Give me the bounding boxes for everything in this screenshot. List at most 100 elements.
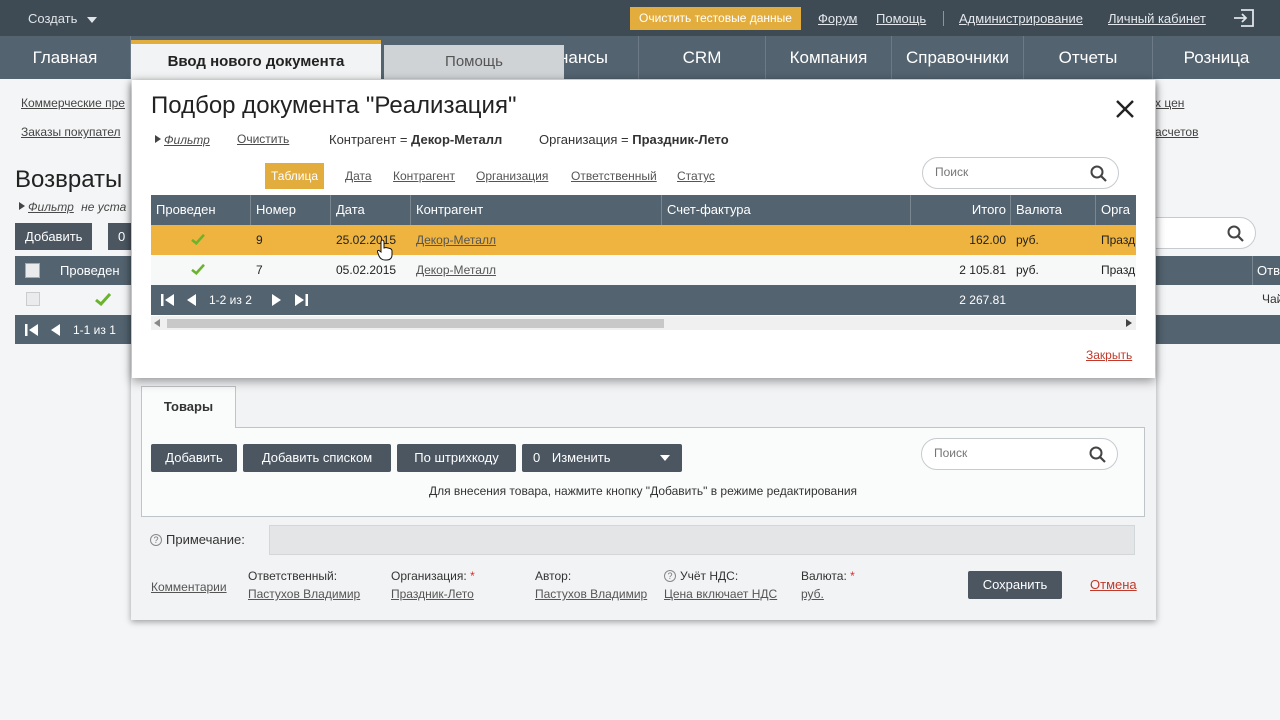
close-link[interactable]: Закрыть xyxy=(1086,348,1132,362)
tab-table[interactable]: Таблица xyxy=(265,163,325,189)
change-dropdown[interactable]: 0 Изменить xyxy=(522,444,682,472)
cell-currency: руб. xyxy=(1016,263,1039,277)
close-icon[interactable] xyxy=(1114,98,1136,120)
nav-item-reports[interactable]: Отчеты xyxy=(1024,36,1153,79)
nav-item-company[interactable]: Компания xyxy=(766,36,892,79)
table-row[interactable]: 9 25.02.2015 Декор-Металл 162.00 руб. Пр… xyxy=(151,225,1136,255)
tab-help[interactable]: Помощь xyxy=(384,45,564,79)
col-posted[interactable]: Проведен xyxy=(151,195,251,225)
cell-counterparty-link[interactable]: Декор-Металл xyxy=(416,255,496,285)
scroll-right-icon[interactable] xyxy=(1126,319,1132,327)
clear-filter-link[interactable]: Очистить xyxy=(237,132,289,146)
cancel-link[interactable]: Отмена xyxy=(1090,577,1137,592)
customer-orders-link[interactable]: Заказы покупател xyxy=(21,125,121,139)
prev-page-icon[interactable] xyxy=(186,294,196,306)
settlements-link[interactable]: асчетов xyxy=(1155,125,1198,139)
organization-label-text: Организация: xyxy=(391,569,467,583)
first-page-icon[interactable] xyxy=(25,324,39,336)
last-page-icon[interactable] xyxy=(294,294,308,306)
note-label: ? Примечание: xyxy=(150,532,245,547)
tab-responsible[interactable]: Ответственный xyxy=(571,163,657,189)
col-organization[interactable]: Орга xyxy=(1096,195,1136,225)
horizontal-scrollbar[interactable] xyxy=(151,316,1136,330)
nav-item-crm[interactable]: CRM xyxy=(639,36,766,79)
vat-link[interactable]: Цена включает НДС xyxy=(664,587,777,601)
col-counterparty[interactable]: Контрагент xyxy=(411,195,662,225)
vat-label-text: Учёт НДС: xyxy=(680,569,739,583)
bg-filter-link[interactable]: Фильтр xyxy=(28,200,74,214)
tab-date[interactable]: Дата xyxy=(345,163,372,189)
scroll-left-icon[interactable] xyxy=(154,319,160,327)
add-goods-button[interactable]: Добавить xyxy=(151,444,237,472)
add-list-button[interactable]: Добавить списком xyxy=(243,444,391,472)
personal-account-link[interactable]: Личный кабинет xyxy=(1108,11,1206,26)
help-icon[interactable]: ? xyxy=(664,570,676,582)
goods-search[interactable] xyxy=(921,438,1118,470)
tab-goods[interactable]: Товары xyxy=(141,386,236,428)
modal-search-input[interactable] xyxy=(935,165,1085,179)
bg-counter[interactable]: 0 xyxy=(108,223,131,250)
select-all-checkbox[interactable] xyxy=(25,263,40,278)
currency-link[interactable]: руб. xyxy=(801,587,824,601)
barcode-button[interactable]: По штрихкоду xyxy=(397,444,516,472)
bg-col-posted: Проведен xyxy=(60,263,120,278)
comments-link[interactable]: Комментарии xyxy=(151,580,227,594)
tab-organization[interactable]: Организация xyxy=(476,163,548,189)
cell-organization: Празд xyxy=(1101,263,1136,277)
prices-link[interactable]: х цен xyxy=(1155,96,1184,110)
tab-counterparty[interactable]: Контрагент xyxy=(393,163,455,189)
table-row[interactable]: 7 05.02.2015 Декор-Металл 2 105.81 руб. … xyxy=(151,255,1136,285)
logout-icon[interactable] xyxy=(1232,8,1256,28)
forum-link[interactable]: Форум xyxy=(818,11,858,26)
administration-link[interactable]: Администрирование xyxy=(959,11,1083,26)
filter-link[interactable]: Фильтр xyxy=(164,133,210,147)
nav-item-retail[interactable]: Розница xyxy=(1153,36,1280,79)
bg-add-button[interactable]: Добавить xyxy=(15,223,93,250)
col-total[interactable]: Итого xyxy=(911,195,1011,225)
author-link[interactable]: Пастухов Владимир xyxy=(535,587,647,601)
currency-label-text: Валюта: xyxy=(801,569,847,583)
row-checkbox[interactable] xyxy=(26,292,40,306)
col-number[interactable]: Номер xyxy=(251,195,331,225)
author-label: Автор: xyxy=(535,569,572,583)
create-menu[interactable]: Создать xyxy=(28,11,98,26)
filter-org-value: Праздник-Лето xyxy=(632,132,729,147)
filter-organization: Организация = Праздник-Лето xyxy=(539,132,729,147)
main-nav: Главная Финансы CRM Компания Справочники… xyxy=(0,36,1280,79)
scrollbar-thumb[interactable] xyxy=(167,319,664,328)
hand-cursor-icon xyxy=(377,239,393,261)
tab-status[interactable]: Статус xyxy=(677,163,715,189)
clear-test-data-button[interactable]: Очистить тестовые данные xyxy=(630,7,801,30)
document-picker-modal: Подбор документа "Реализация" Фильтр Очи… xyxy=(132,80,1155,378)
chevron-down-icon xyxy=(660,455,670,461)
note-field[interactable] xyxy=(269,525,1135,555)
page-title: Возвраты xyxy=(15,166,123,193)
pager-total: 2 267.81 xyxy=(959,293,1006,307)
tab-new-document[interactable]: Ввод нового документа xyxy=(131,40,381,79)
save-button[interactable]: Сохранить xyxy=(968,571,1062,599)
search-icon[interactable] xyxy=(1090,165,1108,183)
goods-search-input[interactable] xyxy=(934,446,1084,460)
note-label-text: Примечание: xyxy=(166,532,245,547)
col-date[interactable]: Дата xyxy=(331,195,411,225)
first-page-icon[interactable] xyxy=(161,294,175,306)
nav-item-home[interactable]: Главная xyxy=(0,36,131,79)
next-page-icon[interactable] xyxy=(272,294,282,306)
modal-search[interactable] xyxy=(922,157,1119,189)
bg-filter-status: не уста xyxy=(81,200,127,214)
organization-link[interactable]: Праздник-Лето xyxy=(391,587,474,601)
help-icon[interactable]: ? xyxy=(150,534,162,546)
filter-toggle[interactable]: Фильтр xyxy=(155,132,210,147)
col-invoice[interactable]: Счет-фактура xyxy=(662,195,911,225)
responsible-link[interactable]: Пастухов Владимир xyxy=(248,587,360,601)
search-icon[interactable] xyxy=(1227,225,1245,243)
col-currency[interactable]: Валюта xyxy=(1011,195,1096,225)
commercial-offers-link[interactable]: Коммерческие пре xyxy=(21,96,125,110)
grid-pager: 1-2 из 2 2 267.81 xyxy=(151,285,1136,315)
chevron-down-icon xyxy=(87,16,98,23)
cell-counterparty-link[interactable]: Декор-Металл xyxy=(416,225,496,255)
search-icon[interactable] xyxy=(1089,446,1107,464)
help-link[interactable]: Помощь xyxy=(876,11,926,26)
nav-item-directories[interactable]: Справочники xyxy=(892,36,1024,79)
prev-page-icon[interactable] xyxy=(50,324,60,336)
